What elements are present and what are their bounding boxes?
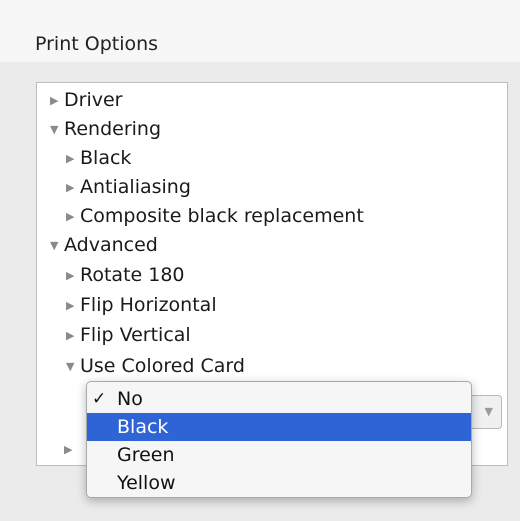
- menu-option-label: No: [117, 388, 143, 410]
- tree-item-label: Rendering: [64, 118, 162, 140]
- tree-item-flip-vertical[interactable]: ▶ Flip Vertical: [66, 320, 191, 350]
- menu-option-yellow[interactable]: Yellow: [87, 469, 471, 497]
- disclosure-collapsed-icon[interactable]: ▶: [66, 202, 80, 232]
- disclosure-collapsed-icon[interactable]: ▶: [50, 86, 64, 116]
- tree-item-label: Advanced: [64, 234, 158, 256]
- menu-option-label: Yellow: [117, 472, 176, 494]
- tree-item-label: Rotate 180: [80, 264, 185, 286]
- menu-option-black[interactable]: Black: [87, 413, 471, 441]
- disclosure-collapsed-icon[interactable]: ▶: [66, 291, 80, 321]
- tree-item-label: Flip Horizontal: [80, 294, 217, 316]
- disclosure-collapsed-icon[interactable]: ▶: [66, 173, 80, 203]
- colored-card-dropdown-menu: ✓ No Black Green Yellow: [86, 381, 472, 498]
- menu-option-green[interactable]: Green: [87, 441, 471, 469]
- tree-item-label: Black: [80, 147, 132, 169]
- disclosure-expanded-icon[interactable]: ▼: [50, 115, 64, 145]
- checkmark-icon: ✓: [92, 389, 107, 409]
- disclosure-expanded-icon[interactable]: ▼: [50, 231, 64, 261]
- tree-item-flip-horizontal[interactable]: ▶ Flip Horizontal: [66, 290, 217, 320]
- tree-item-label: Use Colored Card: [80, 355, 245, 377]
- tree-item-rendering[interactable]: ▼ Rendering: [50, 114, 161, 144]
- disclosure-collapsed-icon[interactable]: ▶: [64, 435, 78, 465]
- tree-item-antialiasing[interactable]: ▶ Antialiasing: [66, 172, 191, 202]
- tree-item-label: Flip Vertical: [80, 324, 191, 346]
- tree-item-label: Composite black replacement: [80, 205, 364, 227]
- disclosure-collapsed-icon[interactable]: ▶: [66, 321, 80, 351]
- disclosure-expanded-icon[interactable]: ▼: [66, 352, 80, 382]
- menu-option-label: Green: [117, 444, 175, 466]
- tree-item-label: Driver: [64, 89, 123, 111]
- tree-item-label: Antialiasing: [80, 176, 191, 198]
- tree-item-composite-black-replacement[interactable]: ▶ Composite black replacement: [66, 201, 364, 231]
- tree-item-rotate-180[interactable]: ▶ Rotate 180: [66, 260, 185, 290]
- menu-option-no[interactable]: ✓ No: [87, 385, 471, 413]
- menu-option-label: Black: [117, 416, 169, 438]
- chevron-down-icon[interactable]: ▼: [485, 405, 493, 418]
- tree-item-driver[interactable]: ▶ Driver: [50, 85, 122, 115]
- tree-item-black[interactable]: ▶ Black: [66, 143, 131, 173]
- print-options-title: Print Options: [35, 33, 159, 55]
- disclosure-collapsed-icon[interactable]: ▶: [66, 144, 80, 174]
- tree-item-use-colored-card[interactable]: ▼ Use Colored Card: [66, 351, 245, 381]
- tree-item-partially-hidden[interactable]: ▶: [64, 434, 78, 464]
- disclosure-collapsed-icon[interactable]: ▶: [66, 261, 80, 291]
- tree-item-advanced[interactable]: ▼ Advanced: [50, 230, 158, 260]
